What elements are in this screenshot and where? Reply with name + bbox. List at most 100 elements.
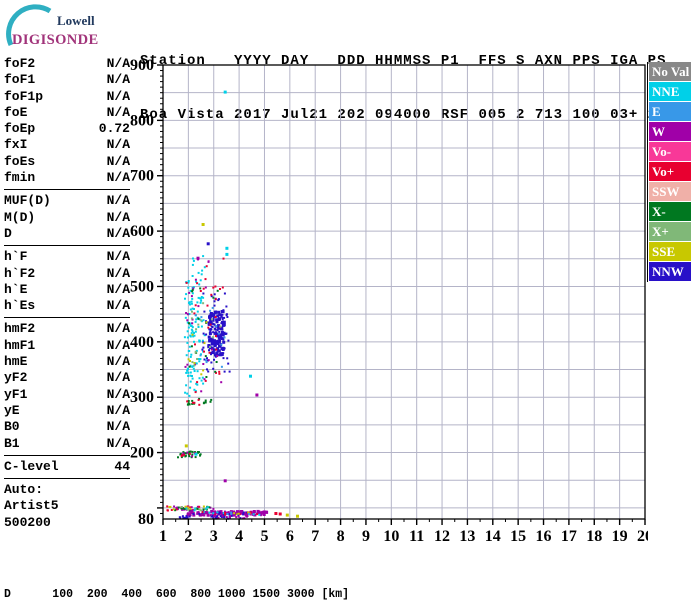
param-label: foEp bbox=[4, 121, 36, 137]
y-tick-label: 500 bbox=[130, 278, 154, 295]
param-label: hmE bbox=[4, 354, 28, 370]
param-row: fmin N/A bbox=[4, 170, 130, 186]
param-value: N/A bbox=[106, 104, 130, 120]
param-label: 500200 bbox=[4, 514, 51, 530]
legend-chip-ssw: SSW bbox=[649, 182, 691, 201]
param-value: 44 bbox=[114, 458, 130, 474]
param-row: C-level 44 bbox=[4, 459, 130, 475]
x-tick-label: 2 bbox=[184, 528, 192, 545]
param-divider bbox=[4, 454, 130, 456]
legend-chip-vo-: Vo+ bbox=[649, 162, 691, 181]
param-label: h`F bbox=[4, 249, 28, 265]
param-row: h`E N/A bbox=[4, 282, 130, 298]
param-value: N/A bbox=[106, 209, 130, 225]
param-label: yF2 bbox=[4, 370, 28, 386]
param-value: N/A bbox=[106, 298, 130, 314]
param-row: M(D) N/A bbox=[4, 210, 130, 226]
x-tick-label: 6 bbox=[286, 528, 294, 545]
legend-chip-nne: NNE bbox=[649, 82, 691, 101]
ionogram-plot: 802003004005006007008009001 2 3 4 5 6 7 8 9 10 11 1… bbox=[130, 57, 648, 545]
param-value: N/A bbox=[106, 435, 130, 451]
legend-chip-x-: X- bbox=[649, 202, 691, 221]
legend-divider-line bbox=[647, 62, 648, 282]
y-tick-label: 300 bbox=[130, 389, 154, 406]
y-tick-label: 200 bbox=[130, 445, 154, 462]
y-tick-label: 900 bbox=[130, 57, 154, 74]
x-tick-label: 15 bbox=[510, 528, 526, 545]
param-row: yF1 N/A bbox=[4, 387, 130, 403]
param-row: foEs N/A bbox=[4, 154, 130, 170]
param-label: h`Es bbox=[4, 298, 36, 314]
plot-border bbox=[162, 64, 646, 520]
param-row: hmF2 N/A bbox=[4, 321, 130, 337]
param-row: foF2 N/A bbox=[4, 56, 130, 72]
param-row: Auto: bbox=[4, 482, 130, 498]
legend-chip-e: E bbox=[649, 102, 691, 121]
param-row: foEp 0.72 bbox=[4, 121, 130, 137]
param-value: N/A bbox=[106, 88, 130, 104]
y-tick-label: 400 bbox=[130, 334, 154, 351]
param-label: Artist5 bbox=[4, 498, 59, 514]
y-tick-label: 600 bbox=[130, 223, 154, 240]
param-label: B1 bbox=[4, 435, 20, 451]
param-label: yF1 bbox=[4, 386, 28, 402]
param-row: yF2 N/A bbox=[4, 370, 130, 386]
param-row: h`Es N/A bbox=[4, 298, 130, 314]
ionogram-viewer: Lowell DIGISONDE Station YYYY DAY DDD HH… bbox=[0, 0, 700, 600]
param-row: MUF(D) N/A bbox=[4, 193, 130, 209]
param-label: h`F2 bbox=[4, 265, 36, 281]
legend-chip-no-val: No Val bbox=[649, 62, 691, 81]
param-label: M(D) bbox=[4, 209, 36, 225]
param-panel: foF2 N/A foF1 N/A foF1p N/A foE N/A foEp 0.72 fxI N… bbox=[4, 56, 130, 531]
param-value: N/A bbox=[106, 370, 130, 386]
param-value: N/A bbox=[106, 265, 130, 281]
param-value: N/A bbox=[106, 153, 130, 169]
x-tick-label: 3 bbox=[210, 528, 218, 545]
param-value: N/A bbox=[106, 321, 130, 337]
param-row: 500200 bbox=[4, 515, 130, 531]
x-tick-label: 14 bbox=[485, 528, 501, 545]
legend-chip-vo-: Vo- bbox=[649, 142, 691, 161]
param-value: N/A bbox=[106, 386, 130, 402]
x-tick-label: 12 bbox=[434, 528, 450, 545]
param-value: N/A bbox=[106, 337, 130, 353]
param-row: yE N/A bbox=[4, 403, 130, 419]
param-row: B1 N/A bbox=[4, 436, 130, 452]
logo-lowell-text: Lowell bbox=[57, 13, 95, 28]
x-tick-label: 10 bbox=[383, 528, 399, 545]
param-value: N/A bbox=[106, 402, 130, 418]
param-row: Artist5 bbox=[4, 498, 130, 514]
param-row: hmF1 N/A bbox=[4, 338, 130, 354]
param-label: foF1p bbox=[4, 88, 44, 104]
param-value: N/A bbox=[106, 354, 130, 370]
param-divider bbox=[4, 478, 130, 480]
x-tick-label: 18 bbox=[586, 528, 602, 545]
lowell-digisonde-logo: Lowell DIGISONDE bbox=[6, 4, 98, 48]
param-value: N/A bbox=[106, 249, 130, 265]
x-tick-label: 7 bbox=[311, 528, 319, 545]
x-tick-label: 16 bbox=[536, 528, 552, 545]
echo-type-legend: No Val NNE E W Vo- Vo+ SSW X- X+ SSE NNW bbox=[649, 62, 693, 282]
param-value: N/A bbox=[106, 281, 130, 297]
x-tick-label: 20 bbox=[637, 528, 648, 545]
echo-scatter-group bbox=[166, 90, 299, 520]
param-value: N/A bbox=[106, 419, 130, 435]
param-divider bbox=[4, 317, 130, 319]
param-value: N/A bbox=[106, 56, 130, 71]
x-tick-label: 5 bbox=[260, 528, 268, 545]
x-tick-label: 8 bbox=[337, 528, 345, 545]
y-tick-label: 700 bbox=[130, 168, 154, 185]
param-label: yE bbox=[4, 402, 20, 418]
param-value: N/A bbox=[106, 193, 130, 209]
param-row: h`F N/A bbox=[4, 249, 130, 265]
x-tick-label: 17 bbox=[561, 528, 577, 545]
d-distance-row: D 100 200 400 600 800 1000 1500 3000 [km… bbox=[4, 588, 350, 600]
x-tick-label: 11 bbox=[409, 528, 424, 545]
param-label: foE bbox=[4, 104, 28, 120]
param-value: N/A bbox=[106, 170, 130, 186]
x-tick-label: 1 bbox=[159, 528, 167, 545]
param-label: C-level bbox=[4, 458, 59, 474]
x-tick-label: 19 bbox=[612, 528, 628, 545]
param-value: N/A bbox=[106, 137, 130, 153]
legend-chip-sse: SSE bbox=[649, 242, 691, 261]
